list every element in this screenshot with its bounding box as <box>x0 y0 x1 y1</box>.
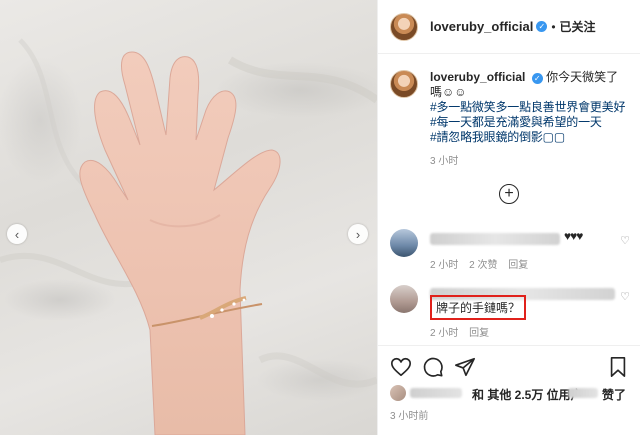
post-photo[interactable]: ‹ › <box>0 0 377 435</box>
author-avatar[interactable] <box>390 12 418 41</box>
author-username[interactable]: loveruby_official <box>430 19 533 34</box>
plus-circle-icon: + <box>504 185 514 202</box>
caption-author-avatar[interactable] <box>390 70 418 98</box>
commenter-avatar[interactable] <box>390 285 418 313</box>
highlighted-comment-text: 牌子的手鏈嗎？ <box>430 295 527 320</box>
following-button[interactable]: 已关注 <box>560 18 596 35</box>
post-caption: loveruby_official ✓ 你今天微笑了嗎☺☺ #多一點微笑多一點良… <box>390 70 630 169</box>
heart-icon[interactable] <box>390 356 412 378</box>
liker-avatar[interactable] <box>390 385 406 401</box>
comment-meta: 2 小时 2 次赞 回复 <box>430 256 536 271</box>
chevron-left-icon: ‹ <box>14 226 20 242</box>
likes-tail-text: 赞了 <box>602 388 627 402</box>
post-side-panel: loveruby_official ✓ • 已关注 loveruby_offic… <box>377 0 640 435</box>
blurred-comment-text <box>430 233 560 245</box>
comment-meta: 2 小时 回复 <box>430 324 497 339</box>
chevron-right-icon: › <box>355 226 361 242</box>
comment-timestamp[interactable]: 2 小时 <box>430 260 458 271</box>
verified-badge-icon: ✓ <box>531 73 543 84</box>
hashtag-link[interactable]: #每一天都是充滿愛與希望的一天 <box>430 115 630 130</box>
blurred-liker-name <box>568 388 598 398</box>
comment-timestamp[interactable]: 2 小时 <box>430 328 458 339</box>
reply-button[interactable]: 回复 <box>508 260 528 271</box>
comment-icon[interactable] <box>422 356 444 378</box>
post-actions-bar <box>378 356 640 380</box>
comment-likes[interactable]: 2 次赞 <box>469 260 497 271</box>
reply-button[interactable]: 回复 <box>469 328 489 339</box>
caption-timestamp[interactable]: 3 小时 <box>430 154 630 169</box>
blurred-liker-name <box>410 388 462 398</box>
like-comment-heart-icon[interactable]: ♡ <box>620 290 630 303</box>
separator-dot: • <box>551 19 556 34</box>
share-icon[interactable] <box>454 356 476 378</box>
post-timestamp[interactable]: 3 小时前 <box>390 407 428 422</box>
likes-count-text[interactable]: 和 其他 2.5万 位用户 <box>472 386 583 403</box>
previous-image-button[interactable]: ‹ <box>7 224 27 244</box>
hand-bracelet-image <box>0 38 377 435</box>
load-more-comments-button[interactable]: + <box>499 184 519 204</box>
comment-text: ♥♥♥ <box>564 229 583 243</box>
like-comment-heart-icon[interactable]: ♡ <box>620 234 630 247</box>
commenter-avatar[interactable] <box>390 229 418 257</box>
caption-username[interactable]: loveruby_official <box>430 70 525 84</box>
post-header: loveruby_official ✓ • 已关注 <box>378 0 640 54</box>
bookmark-icon[interactable] <box>607 356 629 378</box>
hashtag-link[interactable]: #多一點微笑多一點良善世界會更美好 <box>430 100 630 115</box>
hashtag-link[interactable]: #請忽略我眼鏡的倒影▢▢ <box>430 130 630 145</box>
comments-section: loveruby_official ✓ 你今天微笑了嗎☺☺ #多一點微笑多一點良… <box>378 54 640 346</box>
next-image-button[interactable]: › <box>348 224 368 244</box>
likes-summary: 和 其他 2.5万 位用户 赞了 <box>390 384 630 402</box>
verified-badge-icon: ✓ <box>536 21 548 32</box>
